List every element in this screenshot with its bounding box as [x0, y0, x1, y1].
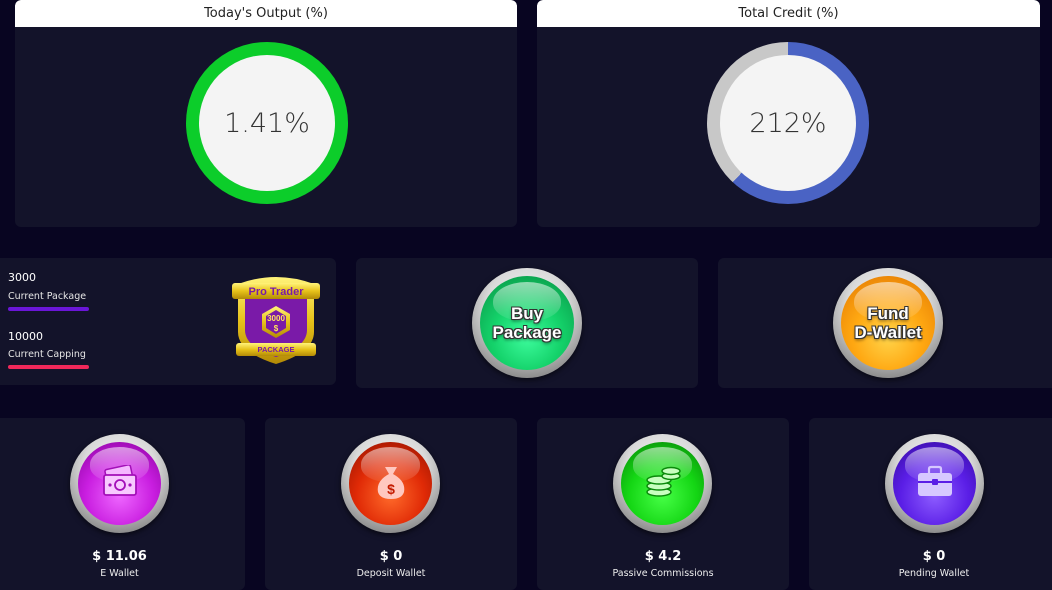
e-wallet-button[interactable]	[70, 434, 169, 533]
total-credit-value: 212%	[720, 55, 856, 191]
current-package-bar	[8, 307, 89, 311]
e-wallet-card: $ 11.06 E Wallet	[0, 418, 245, 590]
current-capping-bar	[8, 365, 89, 369]
deposit-wallet-label: Deposit Wallet	[356, 568, 426, 579]
deposit-wallet-amount: $ 0	[379, 549, 403, 564]
buy-package-button[interactable]: Buy Package	[472, 268, 582, 378]
passive-commissions-card: $ 4.2 Passive Commissions	[537, 418, 789, 590]
pending-wallet-amount: $ 0	[922, 549, 946, 564]
badge-title: Pro Trader	[248, 286, 304, 298]
current-package-value: 3000	[8, 271, 36, 284]
package-card: 3000 Current Package 10000 Current Cappi…	[0, 258, 336, 385]
fund-d-wallet-line2: D-Wallet	[854, 323, 922, 342]
total-credit-card: Total Credit (%) 212%	[537, 0, 1040, 227]
e-wallet-amount: $ 11.06	[92, 549, 147, 564]
pending-wallet-card: $ 0 Pending Wallet	[809, 418, 1052, 590]
fund-d-wallet-line1: Fund	[867, 304, 909, 323]
badge-currency: $	[273, 324, 279, 333]
e-wallet-label: E Wallet	[100, 568, 139, 579]
cash-stack-icon	[100, 463, 140, 503]
todays-output-value: 1.41%	[199, 55, 335, 191]
pro-trader-badge: Pro Trader 3000 $ PACKAGE	[228, 270, 324, 366]
coins-stack-icon	[643, 465, 683, 503]
fund-d-wallet-button[interactable]: Fund D-Wallet	[833, 268, 943, 378]
current-package-label: Current Package	[8, 291, 87, 302]
fund-wallet-card: Fund D-Wallet	[718, 258, 1052, 388]
passive-commissions-button[interactable]	[613, 434, 712, 533]
money-bag-icon: $	[373, 463, 409, 505]
todays-output-gauge: 1.41%	[186, 42, 348, 204]
svg-text:$: $	[387, 481, 395, 497]
badge-footer: PACKAGE	[257, 345, 295, 354]
pending-wallet-button[interactable]	[885, 434, 984, 533]
badge-amount: 3000	[267, 314, 285, 323]
total-credit-title: Total Credit (%)	[537, 0, 1040, 27]
todays-output-card: Today's Output (%) 1.41%	[15, 0, 517, 227]
passive-commissions-label: Passive Commissions	[612, 568, 714, 579]
passive-commissions-amount: $ 4.2	[644, 549, 682, 564]
buy-package-card: Buy Package	[356, 258, 698, 388]
deposit-wallet-button[interactable]: $	[341, 434, 440, 533]
total-credit-gauge: 212%	[707, 42, 869, 204]
current-capping-value: 10000	[8, 330, 43, 343]
buy-package-line2: Package	[492, 323, 562, 342]
current-capping-label: Current Capping	[8, 349, 86, 360]
briefcase-icon	[916, 465, 954, 503]
pending-wallet-label: Pending Wallet	[898, 568, 970, 579]
buy-package-line1: Buy	[510, 304, 544, 323]
todays-output-title: Today's Output (%)	[15, 0, 517, 27]
deposit-wallet-card: $ $ 0 Deposit Wallet	[265, 418, 517, 590]
